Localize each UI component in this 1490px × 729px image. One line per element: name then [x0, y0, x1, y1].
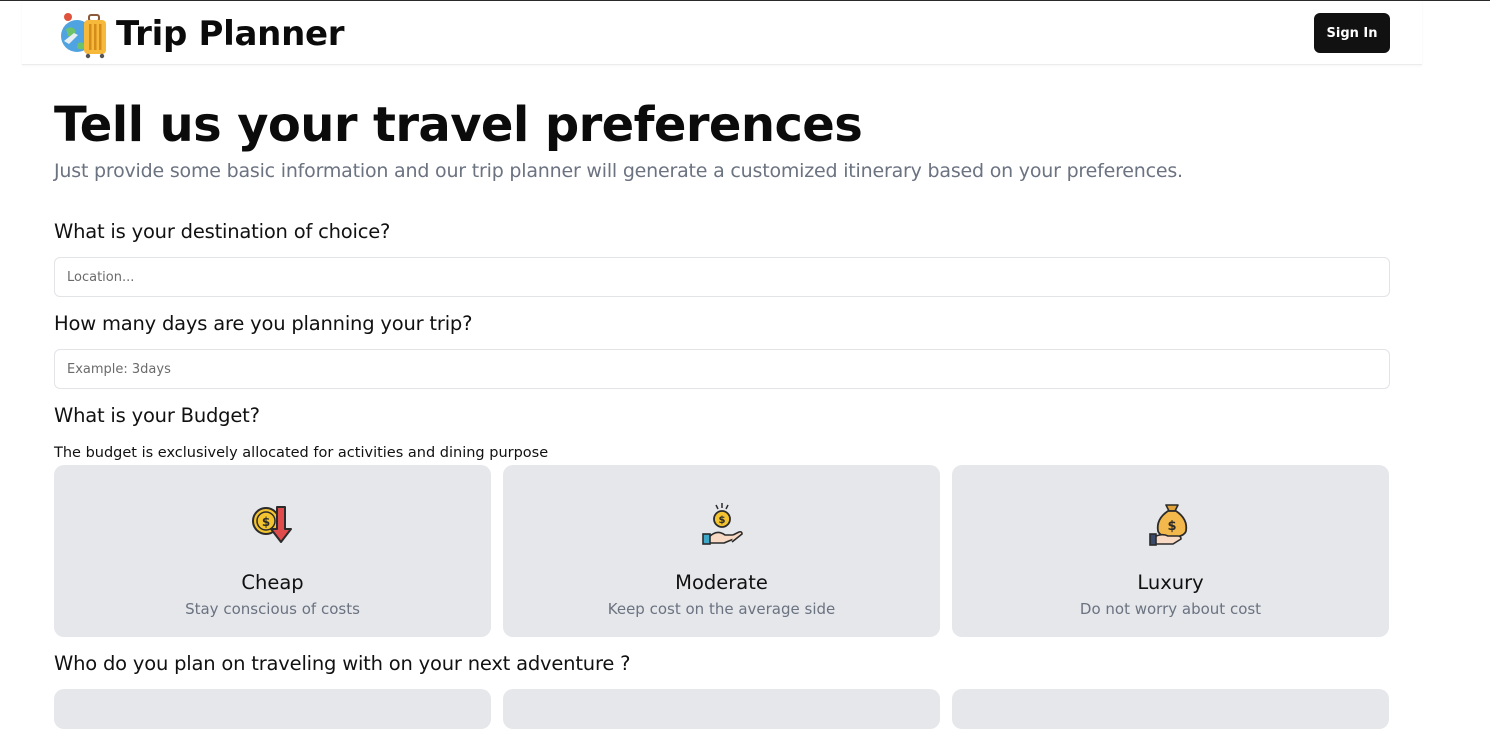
svg-text:$: $	[718, 515, 725, 526]
site-header: Trip Planner Sign In	[22, 1, 1422, 65]
traveler-option[interactable]	[952, 689, 1389, 729]
budget-option-desc: Keep cost on the average side	[607, 600, 836, 618]
budget-option-desc: Do not worry about cost	[1079, 600, 1262, 618]
page-title: Tell us your travel preferences	[54, 97, 863, 153]
preferences-form: Tell us your travel preferences Just pro…	[54, 96, 1390, 729]
destination-question: What is your destination of choice?	[54, 220, 391, 243]
budget-question: What is your Budget?	[54, 404, 260, 427]
traveler-options	[54, 689, 1389, 729]
globe-suitcase-icon	[61, 13, 106, 59]
coin-down-arrow-icon: $	[251, 506, 292, 543]
budget-options: $ Cheap Stay conscious of costs $ Modera…	[54, 465, 1389, 637]
traveler-option[interactable]	[503, 689, 940, 729]
logo-link[interactable]: Trip Planner	[58, 9, 345, 59]
traveler-option[interactable]	[54, 689, 491, 729]
budget-option-cheap[interactable]: $ Cheap Stay conscious of costs	[54, 465, 491, 637]
budget-option-title: Cheap	[241, 571, 304, 594]
travelers-question: Who do you plan on traveling with on you…	[54, 652, 631, 675]
sign-in-button[interactable]: Sign In	[1314, 13, 1390, 53]
budget-option-moderate[interactable]: $ Moderate Keep cost on the average side	[503, 465, 940, 637]
svg-text:$: $	[261, 515, 269, 529]
budget-option-title: Luxury	[1137, 571, 1204, 594]
budget-option-luxury[interactable]: $ Luxury Do not worry about cost	[952, 465, 1389, 637]
app-title: Trip Planner	[116, 14, 345, 54]
destination-input[interactable]	[54, 257, 1390, 297]
money-bag-hand-icon: $	[1148, 504, 1187, 546]
budget-option-title: Moderate	[675, 571, 768, 594]
days-question: How many days are you planning your trip…	[54, 312, 473, 335]
budget-note: The budget is exclusively allocated for …	[54, 445, 549, 461]
budget-option-desc: Stay conscious of costs	[185, 600, 360, 618]
coin-hand-icon: $	[701, 503, 743, 545]
days-input[interactable]	[54, 349, 1390, 389]
page-subtitle: Just provide some basic information and …	[54, 160, 1183, 182]
svg-text:$: $	[1167, 519, 1176, 534]
